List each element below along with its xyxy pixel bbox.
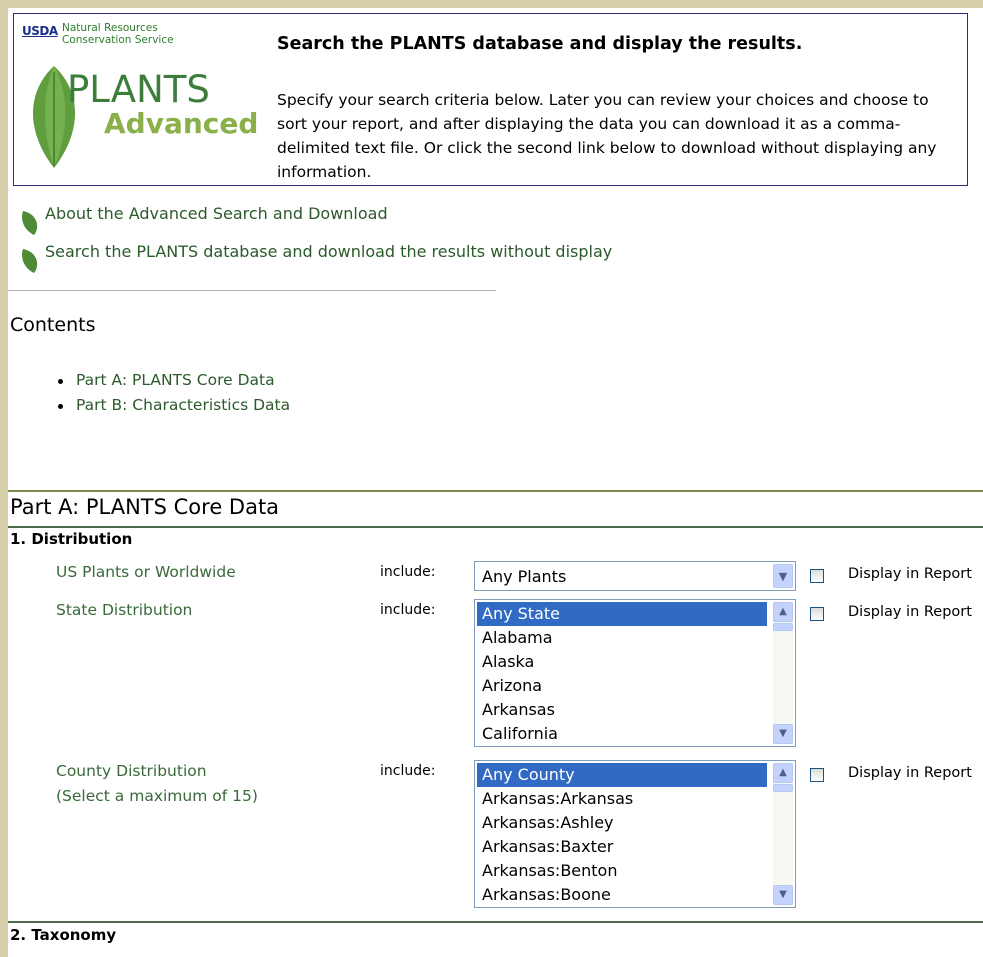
list-item[interactable]: Alaska: [477, 650, 767, 674]
divider: [8, 290, 496, 291]
county-distribution-sublabel: (Select a maximum of 15): [56, 787, 258, 805]
contents-list: Part A: PLANTS Core Data Part B: Charact…: [58, 371, 290, 421]
agency-line-1: Natural Resources: [62, 22, 158, 34]
page-description: Specify your search criteria below. Late…: [277, 91, 937, 181]
contents-heading: Contents: [10, 314, 96, 336]
include-label: include:: [380, 602, 436, 618]
page-title: Search the PLANTS database and display t…: [277, 34, 803, 54]
leaf-icon: [22, 249, 38, 273]
agency-line-2: Conservation Service: [62, 34, 174, 46]
usda-logo: USDA: [22, 24, 58, 38]
state-listbox[interactable]: Any State Alabama Alaska Arizona Arkansa…: [474, 599, 796, 747]
agency-name: Natural Resources Conservation Service: [62, 22, 174, 46]
list-item[interactable]: Arkansas: [477, 698, 767, 722]
state-display-checkbox[interactable]: [810, 607, 824, 621]
display-in-report-label: Display in Report: [848, 765, 972, 781]
logo-plants-word: PLANTS: [67, 68, 210, 111]
list-item[interactable]: Arkansas:Arkansas: [477, 787, 767, 811]
scrollbar-thumb[interactable]: [773, 784, 793, 792]
list-item[interactable]: Any County: [477, 763, 767, 787]
chevron-down-icon[interactable]: ▼: [773, 564, 793, 588]
list-item[interactable]: Arkansas:Ashley: [477, 811, 767, 835]
divider: [8, 921, 983, 923]
chevron-down-icon[interactable]: ▼: [773, 885, 793, 905]
chevron-up-icon[interactable]: ▲: [773, 602, 793, 622]
county-distribution-label: County Distribution: [56, 762, 207, 780]
scrollbar-thumb[interactable]: [773, 623, 793, 631]
part-a-heading: Part A: PLANTS Core Data: [10, 495, 280, 519]
header-box: USDA Natural Resources Conservation Serv…: [13, 13, 968, 186]
state-distribution-label: State Distribution: [56, 601, 193, 619]
county-display-checkbox[interactable]: [810, 768, 824, 782]
list-item[interactable]: Alabama: [477, 626, 767, 650]
download-link-label: Search the PLANTS database and download …: [45, 242, 613, 261]
chevron-up-icon[interactable]: ▲: [773, 763, 793, 783]
display-in-report-label: Display in Report: [848, 566, 972, 582]
section-distribution-title: 1. Distribution: [10, 530, 133, 548]
list-item[interactable]: Arkansas:Benton: [477, 859, 767, 883]
divider: [8, 490, 983, 492]
display-in-report-label: Display in Report: [848, 604, 972, 620]
page: USDA Natural Resources Conservation Serv…: [8, 8, 983, 957]
us-plants-label: US Plants or Worldwide: [56, 563, 236, 581]
list-item[interactable]: California: [477, 722, 767, 746]
leaf-icon: [22, 211, 38, 235]
contents-link-part-b[interactable]: Part B: Characteristics Data: [58, 396, 290, 421]
list-item[interactable]: Arkansas:Baxter: [477, 835, 767, 859]
about-link-label: About the Advanced Search and Download: [45, 204, 388, 223]
logo-advanced-word: Advanced: [104, 107, 259, 140]
chevron-down-icon[interactable]: ▼: [773, 724, 793, 744]
plants-logo: USDA Natural Resources Conservation Serv…: [22, 22, 262, 172]
us-plants-select[interactable]: Any Plants ▼: [474, 561, 796, 591]
us-plants-display-checkbox[interactable]: [810, 569, 824, 583]
list-item[interactable]: Arkansas:Boone: [477, 883, 767, 907]
contents-link-part-a[interactable]: Part A: PLANTS Core Data: [58, 371, 290, 396]
list-item[interactable]: Any State: [477, 602, 767, 626]
include-label: include:: [380, 763, 436, 779]
divider: [8, 526, 983, 528]
scrollbar[interactable]: ▲ ▼: [773, 763, 793, 905]
list-item[interactable]: Arizona: [477, 674, 767, 698]
section-taxonomy-title: 2. Taxonomy: [10, 926, 117, 944]
us-plants-selected-value: Any Plants: [482, 567, 567, 586]
include-label: include:: [380, 564, 436, 580]
county-listbox[interactable]: Any County Arkansas:Arkansas Arkansas:As…: [474, 760, 796, 908]
scrollbar[interactable]: ▲ ▼: [773, 602, 793, 744]
